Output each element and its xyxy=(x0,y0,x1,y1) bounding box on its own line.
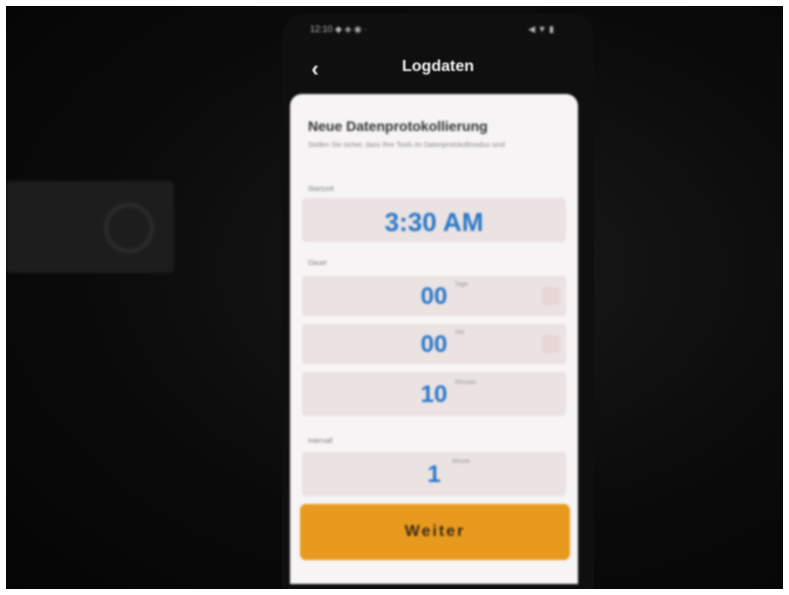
stepper-icon[interactable] xyxy=(542,335,560,353)
nav-bar: ‹ Logdaten xyxy=(282,52,594,86)
duration-label: Dauer xyxy=(308,260,328,267)
status-bar: 12:10 ◆ ◈ ◉ · ◀ ▼ ▮ xyxy=(300,24,560,38)
duration-hours-field[interactable]: 00 Std xyxy=(302,324,566,364)
interval-label: Intervall xyxy=(308,438,333,445)
form-heading: Neue Datenprotokollierung xyxy=(308,118,488,134)
device-knob xyxy=(104,203,154,253)
stepper-icon[interactable] xyxy=(542,287,560,305)
status-right: ◀ ▼ ▮ xyxy=(528,24,554,34)
duration-days-unit: Tage xyxy=(455,282,469,288)
status-left: 12:10 ◆ ◈ ◉ · xyxy=(310,24,368,34)
interval-unit: Minute xyxy=(452,459,471,465)
interval-field[interactable]: 1 Minute xyxy=(302,452,566,496)
duration-minutes-value: 10 xyxy=(420,381,448,408)
interval-value: 1 xyxy=(427,461,441,488)
start-time-value: 3:30 AM xyxy=(384,207,484,237)
start-time-label: Startzeit xyxy=(308,186,334,193)
duration-days-field[interactable]: 00 Tage xyxy=(302,276,566,316)
next-button[interactable]: Weiter xyxy=(300,504,570,560)
background-device xyxy=(6,181,174,273)
form-description: Stellen Sie sicher, dass Ihre Tools im D… xyxy=(308,142,505,149)
duration-minutes-unit: Minuten xyxy=(455,380,477,386)
duration-hours-value: 00 xyxy=(420,331,448,358)
duration-hours-unit: Std xyxy=(455,330,465,336)
start-time-field[interactable]: 3:30 AM xyxy=(302,198,566,242)
form-card: Neue Datenprotokollierung Stellen Sie si… xyxy=(290,94,578,584)
duration-days-value: 00 xyxy=(420,283,448,310)
duration-minutes-field[interactable]: 10 Minuten xyxy=(302,372,566,416)
page-title: Logdaten xyxy=(402,58,474,75)
